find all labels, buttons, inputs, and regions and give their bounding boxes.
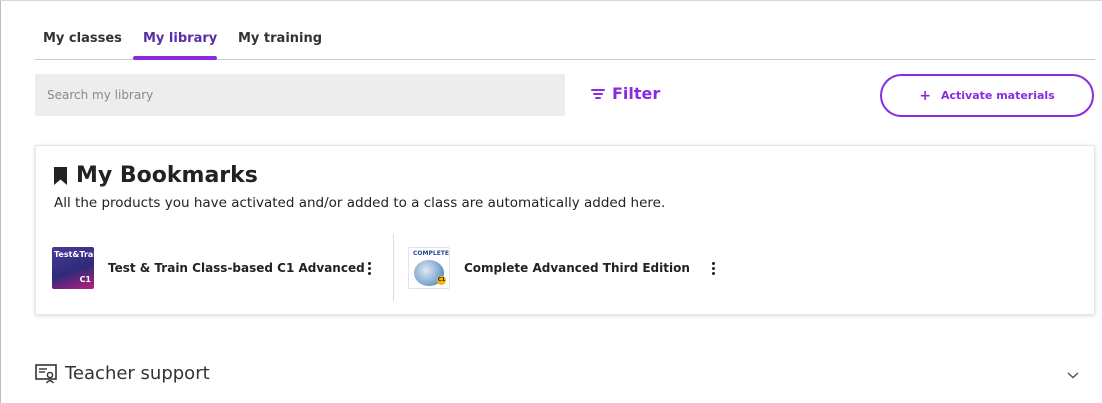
product-cover-thumbnail: COMPLETE C1	[408, 247, 450, 289]
cover-level-text: C1	[437, 276, 446, 285]
product-divider	[393, 234, 394, 301]
kebab-menu-icon[interactable]	[364, 260, 374, 276]
bookmark-icon	[54, 166, 67, 185]
product-cover-thumbnail: Test&Train C1	[52, 247, 94, 289]
chevron-down-icon[interactable]	[1066, 370, 1080, 380]
activate-materials-label: Activate materials	[940, 89, 1055, 102]
product-name[interactable]: Test & Train Class-based C1 Advanced	[108, 261, 365, 275]
cover-title-text: COMPLETE	[413, 250, 449, 257]
tab-my-library[interactable]: My library	[143, 31, 217, 46]
bookmarks-title: My Bookmarks	[76, 163, 258, 188]
filter-label: Filter	[612, 84, 661, 103]
library-tabs: My classes My library My training	[35, 22, 1095, 60]
bookmark-item-complete-advanced[interactable]: COMPLETE C1 Complete Advanced Third Edit…	[408, 246, 690, 290]
filter-button[interactable]: Filter	[591, 84, 660, 103]
frame-border-left	[0, 0, 1, 403]
tab-my-training[interactable]: My training	[238, 31, 322, 46]
active-tab-indicator	[133, 56, 217, 60]
plus-icon: +	[919, 87, 931, 104]
tab-my-classes[interactable]: My classes	[43, 31, 122, 46]
search-placeholder: Search my library	[47, 88, 154, 102]
product-name[interactable]: Complete Advanced Third Edition	[464, 261, 690, 275]
bookmarks-card: My Bookmarks All the products you have a…	[35, 145, 1095, 315]
cover-level-text: C1	[79, 275, 91, 284]
bookmarks-heading: My Bookmarks	[54, 163, 258, 188]
teacher-support-label: Teacher support	[65, 363, 210, 384]
frame-border-top	[0, 0, 1102, 1]
bookmarks-description: All the products you have activated and/…	[54, 195, 666, 211]
activate-materials-button[interactable]: + Activate materials	[880, 74, 1094, 117]
cover-title-text: Test&Train	[54, 250, 94, 259]
bookmark-item-test-train[interactable]: Test&Train C1 Test & Train Class-based C…	[52, 246, 365, 290]
kebab-menu-icon[interactable]	[708, 260, 718, 276]
filter-icon	[591, 88, 605, 99]
presentation-board-icon	[35, 363, 57, 383]
search-input[interactable]: Search my library	[35, 74, 565, 116]
teacher-support-section[interactable]: Teacher support	[35, 363, 210, 384]
